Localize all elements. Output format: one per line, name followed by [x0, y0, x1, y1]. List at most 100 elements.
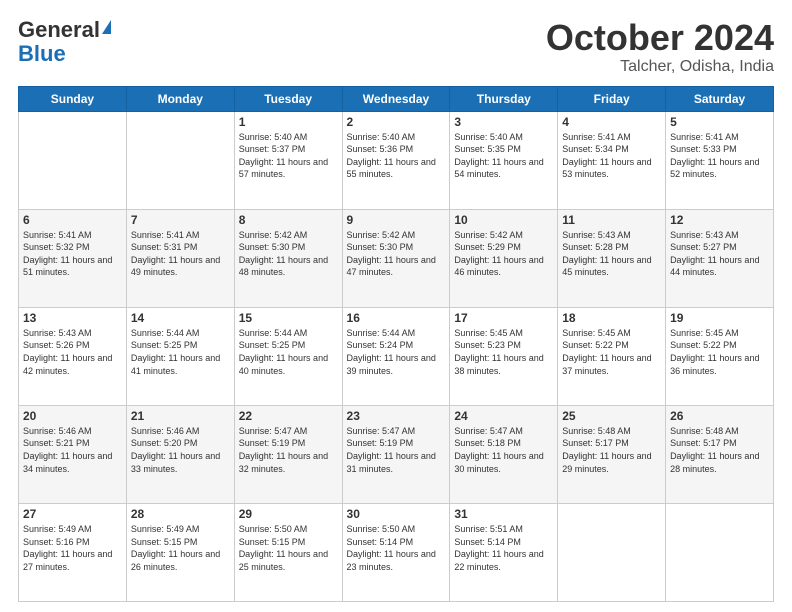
calendar-cell: 24Sunrise: 5:47 AMSunset: 5:18 PMDayligh…	[450, 405, 558, 503]
calendar-header-row: SundayMondayTuesdayWednesdayThursdayFrid…	[19, 86, 774, 111]
cell-info: Sunrise: 5:47 AMSunset: 5:18 PMDaylight:…	[454, 426, 543, 474]
cell-info: Sunrise: 5:41 AMSunset: 5:32 PMDaylight:…	[23, 230, 112, 278]
day-number: 2	[347, 115, 446, 129]
page: General Blue October 2024 Talcher, Odish…	[0, 0, 792, 612]
cell-info: Sunrise: 5:41 AMSunset: 5:34 PMDaylight:…	[562, 132, 651, 180]
calendar-cell: 7Sunrise: 5:41 AMSunset: 5:31 PMDaylight…	[126, 209, 234, 307]
cell-info: Sunrise: 5:42 AMSunset: 5:30 PMDaylight:…	[239, 230, 328, 278]
day-header-wednesday: Wednesday	[342, 86, 450, 111]
calendar-cell: 4 Sunrise: 5:41 AMSunset: 5:34 PMDaylight…	[558, 111, 666, 209]
calendar-cell: 17 Sunrise: 5:45 AMSunset: 5:23 PMDayligh…	[450, 307, 558, 405]
day-number: 12	[670, 213, 769, 227]
cell-info: Sunrise: 5:50 AMSunset: 5:14 PMDaylight:…	[347, 524, 436, 572]
calendar-cell: 28Sunrise: 5:49 AMSunset: 5:15 PMDayligh…	[126, 503, 234, 601]
cell-info: Sunrise: 5:44 AMSunset: 5:24 PMDaylight:…	[347, 328, 436, 376]
calendar-cell: 30 Sunrise: 5:50 AMSunset: 5:14 PMDayligh…	[342, 503, 450, 601]
calendar-cell: 19 Sunrise: 5:45 AMSunset: 5:22 PMDayligh…	[666, 307, 774, 405]
cell-info: Sunrise: 5:48 AMSunset: 5:17 PMDaylight:…	[562, 426, 651, 474]
day-number: 8	[239, 213, 338, 227]
day-number: 13	[23, 311, 122, 325]
day-number: 16	[347, 311, 446, 325]
day-header-monday: Monday	[126, 86, 234, 111]
calendar-cell: 20Sunrise: 5:46 AMSunset: 5:21 PMDayligh…	[19, 405, 127, 503]
calendar-title: October 2024	[546, 18, 774, 58]
calendar-cell: 12 Sunrise: 5:43 AMSunset: 5:27 PMDayligh…	[666, 209, 774, 307]
day-number: 29	[239, 507, 338, 521]
day-number: 17	[454, 311, 553, 325]
logo-general: General	[18, 18, 111, 42]
day-number: 31	[454, 507, 553, 521]
calendar-cell: 6 Sunrise: 5:41 AMSunset: 5:32 PMDaylight…	[19, 209, 127, 307]
header: General Blue October 2024 Talcher, Odish…	[18, 18, 774, 76]
calendar-cell: 25 Sunrise: 5:48 AMSunset: 5:17 PMDayligh…	[558, 405, 666, 503]
cell-info: Sunrise: 5:48 AMSunset: 5:17 PMDaylight:…	[670, 426, 759, 474]
calendar-cell	[666, 503, 774, 601]
day-number: 30	[347, 507, 446, 521]
day-header-sunday: Sunday	[19, 86, 127, 111]
day-header-thursday: Thursday	[450, 86, 558, 111]
cell-info: Sunrise: 5:44 AMSunset: 5:25 PMDaylight:…	[131, 328, 220, 376]
calendar-cell: 29Sunrise: 5:50 AMSunset: 5:15 PMDayligh…	[234, 503, 342, 601]
day-header-tuesday: Tuesday	[234, 86, 342, 111]
day-number: 6	[23, 213, 122, 227]
calendar-cell: 10 Sunrise: 5:42 AMSunset: 5:29 PMDayligh…	[450, 209, 558, 307]
cell-info: Sunrise: 5:47 AMSunset: 5:19 PMDaylight:…	[239, 426, 328, 474]
calendar-cell: 3 Sunrise: 5:40 AMSunset: 5:35 PMDaylight…	[450, 111, 558, 209]
calendar-cell	[126, 111, 234, 209]
cell-info: Sunrise: 5:42 AMSunset: 5:29 PMDaylight:…	[454, 230, 543, 278]
cell-info: Sunrise: 5:43 AMSunset: 5:28 PMDaylight:…	[562, 230, 651, 278]
calendar-week-4: 20Sunrise: 5:46 AMSunset: 5:21 PMDayligh…	[19, 405, 774, 503]
day-number: 20	[23, 409, 122, 423]
cell-info: Sunrise: 5:43 AMSunset: 5:27 PMDaylight:…	[670, 230, 759, 278]
calendar-cell: 22 Sunrise: 5:47 AMSunset: 5:19 PMDayligh…	[234, 405, 342, 503]
cell-info: Sunrise: 5:40 AMSunset: 5:35 PMDaylight:…	[454, 132, 543, 180]
calendar-cell: 14 Sunrise: 5:44 AMSunset: 5:25 PMDayligh…	[126, 307, 234, 405]
calendar-cell	[558, 503, 666, 601]
cell-info: Sunrise: 5:45 AMSunset: 5:23 PMDaylight:…	[454, 328, 543, 376]
cell-info: Sunrise: 5:41 AMSunset: 5:33 PMDaylight:…	[670, 132, 759, 180]
cell-info: Sunrise: 5:44 AMSunset: 5:25 PMDaylight:…	[239, 328, 328, 376]
calendar-cell	[19, 111, 127, 209]
day-number: 26	[670, 409, 769, 423]
calendar-cell: 1 Sunrise: 5:40 AMSunset: 5:37 PMDaylight…	[234, 111, 342, 209]
day-number: 4	[562, 115, 661, 129]
cell-info: Sunrise: 5:40 AMSunset: 5:36 PMDaylight:…	[347, 132, 436, 180]
day-number: 1	[239, 115, 338, 129]
calendar-cell: 11Sunrise: 5:43 AMSunset: 5:28 PMDayligh…	[558, 209, 666, 307]
calendar-week-2: 6 Sunrise: 5:41 AMSunset: 5:32 PMDaylight…	[19, 209, 774, 307]
day-number: 19	[670, 311, 769, 325]
day-number: 10	[454, 213, 553, 227]
day-number: 22	[239, 409, 338, 423]
cell-info: Sunrise: 5:49 AMSunset: 5:15 PMDaylight:…	[131, 524, 220, 572]
calendar-cell: 16 Sunrise: 5:44 AMSunset: 5:24 PMDayligh…	[342, 307, 450, 405]
cell-info: Sunrise: 5:41 AMSunset: 5:31 PMDaylight:…	[131, 230, 220, 278]
day-number: 14	[131, 311, 230, 325]
cell-info: Sunrise: 5:47 AMSunset: 5:19 PMDaylight:…	[347, 426, 436, 474]
calendar-subtitle: Talcher, Odisha, India	[546, 58, 774, 76]
title-block: October 2024 Talcher, Odisha, India	[546, 18, 774, 76]
cell-info: Sunrise: 5:46 AMSunset: 5:20 PMDaylight:…	[131, 426, 220, 474]
calendar-table: SundayMondayTuesdayWednesdayThursdayFrid…	[18, 86, 774, 602]
calendar-cell: 15 Sunrise: 5:44 AMSunset: 5:25 PMDayligh…	[234, 307, 342, 405]
calendar-cell: 9Sunrise: 5:42 AMSunset: 5:30 PMDaylight…	[342, 209, 450, 307]
day-header-friday: Friday	[558, 86, 666, 111]
cell-info: Sunrise: 5:40 AMSunset: 5:37 PMDaylight:…	[239, 132, 328, 180]
day-number: 18	[562, 311, 661, 325]
calendar-cell: 23 Sunrise: 5:47 AMSunset: 5:19 PMDayligh…	[342, 405, 450, 503]
cell-info: Sunrise: 5:42 AMSunset: 5:30 PMDaylight:…	[347, 230, 436, 278]
day-number: 25	[562, 409, 661, 423]
day-number: 21	[131, 409, 230, 423]
calendar-week-3: 13Sunrise: 5:43 AMSunset: 5:26 PMDayligh…	[19, 307, 774, 405]
day-number: 23	[347, 409, 446, 423]
logo: General Blue	[18, 18, 111, 66]
day-header-saturday: Saturday	[666, 86, 774, 111]
day-number: 15	[239, 311, 338, 325]
calendar-cell: 8 Sunrise: 5:42 AMSunset: 5:30 PMDaylight…	[234, 209, 342, 307]
day-number: 3	[454, 115, 553, 129]
calendar-cell: 31 Sunrise: 5:51 AMSunset: 5:14 PMDayligh…	[450, 503, 558, 601]
cell-info: Sunrise: 5:45 AMSunset: 5:22 PMDaylight:…	[670, 328, 759, 376]
cell-info: Sunrise: 5:51 AMSunset: 5:14 PMDaylight:…	[454, 524, 543, 572]
calendar-cell: 2 Sunrise: 5:40 AMSunset: 5:36 PMDaylight…	[342, 111, 450, 209]
calendar-cell: 13Sunrise: 5:43 AMSunset: 5:26 PMDayligh…	[19, 307, 127, 405]
day-number: 27	[23, 507, 122, 521]
